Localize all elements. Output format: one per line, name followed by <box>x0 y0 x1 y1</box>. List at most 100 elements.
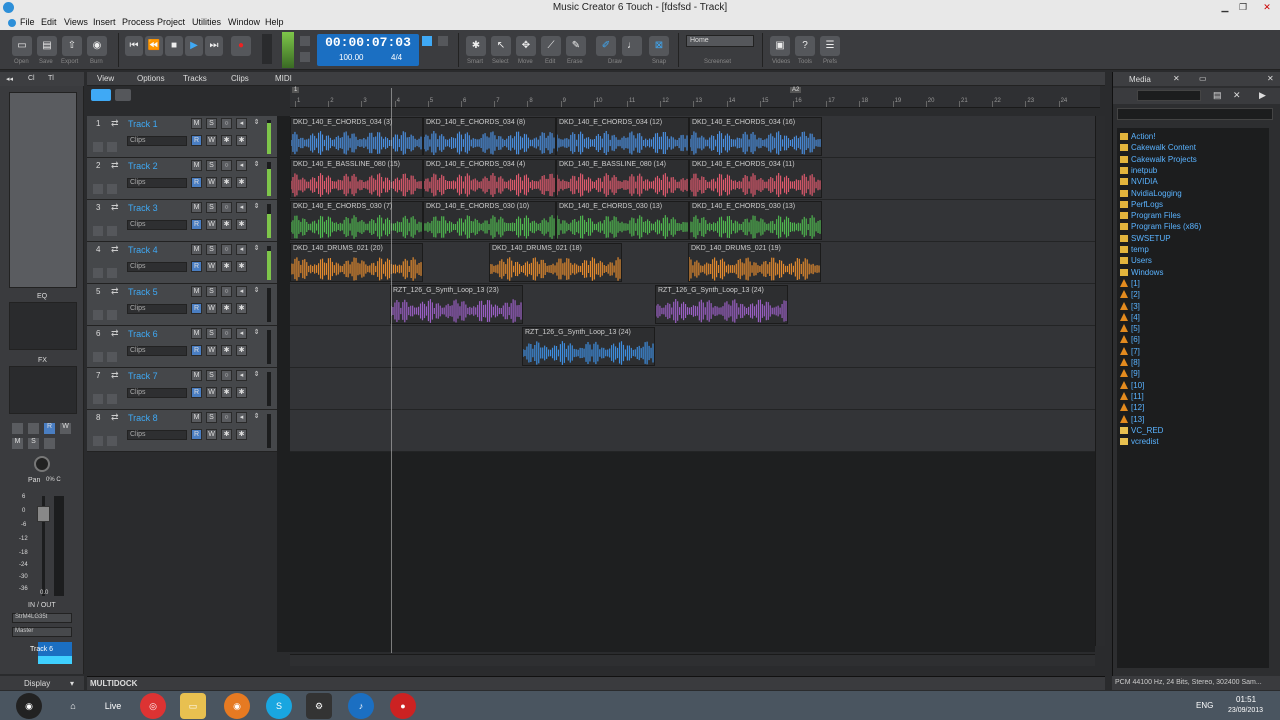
time-display[interactable]: 00:00:07:03 100.00 4/4 <box>317 34 419 66</box>
clips-dropdown[interactable]: Clips <box>127 346 187 356</box>
fx-bin[interactable] <box>9 366 77 414</box>
clips-dropdown[interactable]: Clips <box>127 220 187 230</box>
track-lane[interactable]: RZT_126_G_Synth_Loop_13 (24) <box>290 326 1095 368</box>
volume-fader[interactable] <box>37 506 50 522</box>
fast-forward-icon[interactable]: ⏭ <box>205 36 223 56</box>
solo-button[interactable]: S <box>206 286 217 297</box>
folder-item[interactable]: SWSETUP <box>1120 234 1171 243</box>
browser-tab-icon[interactable]: ▭ <box>1199 74 1207 83</box>
track-expand-icon[interactable] <box>93 436 103 446</box>
clips-dropdown[interactable]: Clips <box>127 262 187 272</box>
freeze-icon[interactable]: ✱ <box>236 429 247 440</box>
folder-item[interactable]: Windows <box>1120 268 1163 277</box>
firefox-icon[interactable]: ◉ <box>224 693 250 719</box>
phase-icon[interactable] <box>28 423 39 434</box>
audio-clip[interactable]: RZT_126_G_Synth_Loop_13 (24) <box>655 285 788 324</box>
draw-mode-icon[interactable]: ♩ <box>622 36 642 56</box>
track-expand-icon[interactable] <box>93 352 103 362</box>
track-header[interactable]: 6 ⇄ Track 6 M S ○ ◂ ⇕ Clips R W ✱ ✱ <box>87 326 277 368</box>
track-lane[interactable] <box>290 368 1095 410</box>
track-header[interactable]: 7 ⇄ Track 7 M S ○ ◂ ⇕ Clips R W ✱ ✱ <box>87 368 277 410</box>
read-button[interactable]: R <box>191 261 202 272</box>
track-arrows-icon[interactable]: ⇕ <box>251 328 262 339</box>
stop-icon[interactable]: ■ <box>165 36 183 56</box>
play-icon[interactable]: ▶ <box>1259 90 1266 101</box>
mute-button[interactable]: M <box>12 438 23 449</box>
audio-clip[interactable]: DKD_140_E_CHORDS_030 (13) <box>689 201 822 240</box>
track-header[interactable]: 4 ⇄ Track 4 M S ○ ◂ ⇕ Clips R W ✱ ✱ <box>87 242 277 284</box>
track-lane[interactable]: RZT_126_G_Synth_Loop_13 (23) RZT_126_G_Sy… <box>290 284 1095 326</box>
fx-icon[interactable]: ✱ <box>221 429 232 440</box>
trackview-menu-options[interactable]: Options <box>137 74 165 83</box>
folder-item[interactable]: temp <box>1120 245 1149 254</box>
videos-icon[interactable]: ▣ <box>770 36 790 56</box>
write-button[interactable]: W <box>60 423 71 434</box>
track-arrows-icon[interactable]: ⇕ <box>251 412 262 423</box>
inspector-collapse[interactable]: ◂◂ <box>6 75 13 83</box>
solo-button[interactable]: S <box>206 160 217 171</box>
export-icon[interactable]: ⇧ <box>62 36 82 56</box>
track-header[interactable]: 8 ⇄ Track 8 M S ○ ◂ ⇕ Clips R W ✱ ✱ <box>87 410 277 452</box>
track-automation-icon[interactable] <box>107 184 117 194</box>
mute-button[interactable]: M <box>191 202 202 213</box>
audio-clip[interactable]: DKD_140_E_CHORDS_034 (3) <box>290 117 423 156</box>
input-echo-icon[interactable]: ◂ <box>236 244 247 255</box>
write-button[interactable]: W <box>206 303 217 314</box>
track-arrows-icon[interactable]: ⇕ <box>251 370 262 381</box>
track-lane[interactable]: DKD_140_E_CHORDS_030 (7) DKD_140_E_CHORDS… <box>290 200 1095 242</box>
audio-clip[interactable]: DKD_140_E_CHORDS_034 (4) <box>423 159 556 198</box>
arm-button[interactable]: ○ <box>221 244 232 255</box>
menu-window[interactable]: Window <box>228 17 260 27</box>
track-header[interactable]: 3 ⇄ Track 3 M S ○ ◂ ⇕ Clips R W ✱ ✱ <box>87 200 277 242</box>
solo-button[interactable]: S <box>206 328 217 339</box>
solo-button[interactable]: S <box>206 370 217 381</box>
fx-icon[interactable]: ✱ <box>221 135 232 146</box>
arm-button[interactable] <box>44 438 55 449</box>
read-button[interactable]: R <box>191 387 202 398</box>
steam-icon[interactable]: ⚙ <box>306 693 332 719</box>
drive-item[interactable]: [12] <box>1120 403 1144 412</box>
track-automation-icon[interactable] <box>107 352 117 362</box>
file-item[interactable]: vcredist <box>1120 437 1159 446</box>
browser-tab-media[interactable]: Media <box>1129 75 1151 84</box>
track-lane[interactable]: DKD_140_DRUMS_021 (20) DKD_140_DRUMS_021 … <box>290 242 1095 284</box>
input-echo-icon[interactable]: ◂ <box>236 286 247 297</box>
track-expand-icon[interactable] <box>93 184 103 194</box>
write-button[interactable]: W <box>206 387 217 398</box>
audio-clip[interactable]: DKD_140_E_CHORDS_030 (10) <box>423 201 556 240</box>
meter-readout[interactable]: 4/4 <box>391 53 402 62</box>
menu-views[interactable]: Views <box>64 17 88 27</box>
ruler-marker[interactable]: A2 <box>790 87 802 93</box>
timeline-ruler[interactable]: 1 2 3 4 5 6 7 8 9 10 11 12 13 14 15 16 17 18 19 20 21 22 23 24 1… <box>290 86 1100 108</box>
folder-item[interactable]: Program Files (x86) <box>1120 222 1201 231</box>
show-track-pane-button[interactable] <box>91 89 111 101</box>
folder-item[interactable]: Users <box>1120 256 1152 265</box>
loop-icon[interactable] <box>300 36 310 46</box>
drive-item[interactable]: [4] <box>1120 312 1140 322</box>
trackview-menu-clips[interactable]: Clips <box>231 74 249 83</box>
folder-item[interactable]: Cakewalk Content <box>1120 143 1196 152</box>
drive-item[interactable]: [13] <box>1120 414 1144 424</box>
arm-button[interactable]: ○ <box>221 160 232 171</box>
track-arrows-icon[interactable]: ⇕ <box>251 118 262 129</box>
vertical-scrollbar[interactable] <box>1095 116 1105 646</box>
solo-button[interactable]: S <box>206 244 217 255</box>
track-automation-icon[interactable] <box>107 310 117 320</box>
write-button[interactable]: W <box>206 261 217 272</box>
trackview-menu-view[interactable]: View <box>97 74 114 83</box>
network-icon[interactable]: ⌂ <box>60 693 86 719</box>
count-in-icon[interactable] <box>438 36 448 46</box>
arm-button[interactable]: ○ <box>221 118 232 129</box>
select-tool-icon[interactable]: ↖ <box>491 36 511 56</box>
track-arrows-icon[interactable]: ⇕ <box>251 244 262 255</box>
smart-tool-icon[interactable]: ✱ <box>466 36 486 56</box>
mute-button[interactable]: M <box>191 118 202 129</box>
menu-process[interactable]: Process <box>122 17 155 27</box>
track-name[interactable]: Track 7 <box>128 371 158 381</box>
track-arrows-icon[interactable]: ⇕ <box>251 202 262 213</box>
draw-tool-icon[interactable]: ✐ <box>596 36 616 56</box>
delete-icon[interactable]: ✕ <box>1233 90 1241 101</box>
solo-button[interactable]: S <box>206 202 217 213</box>
location-dropdown[interactable] <box>1137 90 1201 101</box>
track-automation-icon[interactable] <box>107 394 117 404</box>
